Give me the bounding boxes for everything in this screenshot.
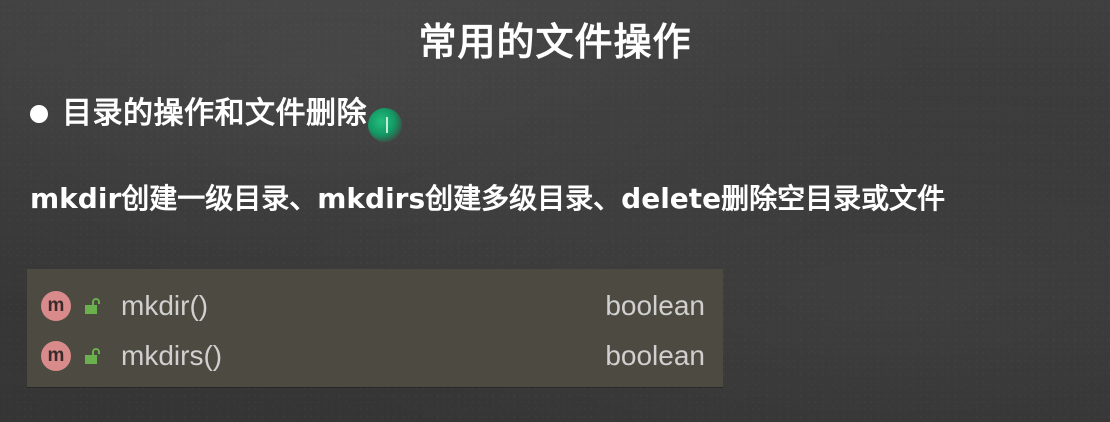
unlocked-lock-icon: [85, 348, 100, 364]
cursor-highlight-icon: [368, 108, 402, 142]
bullet-text: 目录的操作和文件删除: [62, 96, 367, 131]
method-name: mkdir(): [121, 290, 209, 321]
method-icon: m: [41, 291, 71, 321]
code-completion-popup: m mkdir() boolean m mkdirs() boolean: [27, 269, 723, 387]
method-name: mkdirs(): [121, 340, 223, 371]
slide-title: 常用的文件操作: [418, 20, 692, 64]
completion-item-mkdir[interactable]: m mkdir() boolean: [27, 281, 723, 331]
completion-item-mkdirs[interactable]: m mkdirs() boolean: [27, 331, 723, 381]
text-cursor-icon: [386, 117, 388, 133]
method-icon: m: [41, 341, 71, 371]
bullet-dot-icon: [30, 105, 48, 123]
return-type: boolean: [605, 340, 705, 371]
return-type: boolean: [605, 290, 705, 321]
bullet-point: 目录的操作和文件删除: [30, 92, 367, 136]
description-text: mkdir创建一级目录、mkdirs创建多级目录、delete删除空目录或文件: [30, 182, 946, 215]
unlocked-lock-icon: [85, 298, 100, 314]
